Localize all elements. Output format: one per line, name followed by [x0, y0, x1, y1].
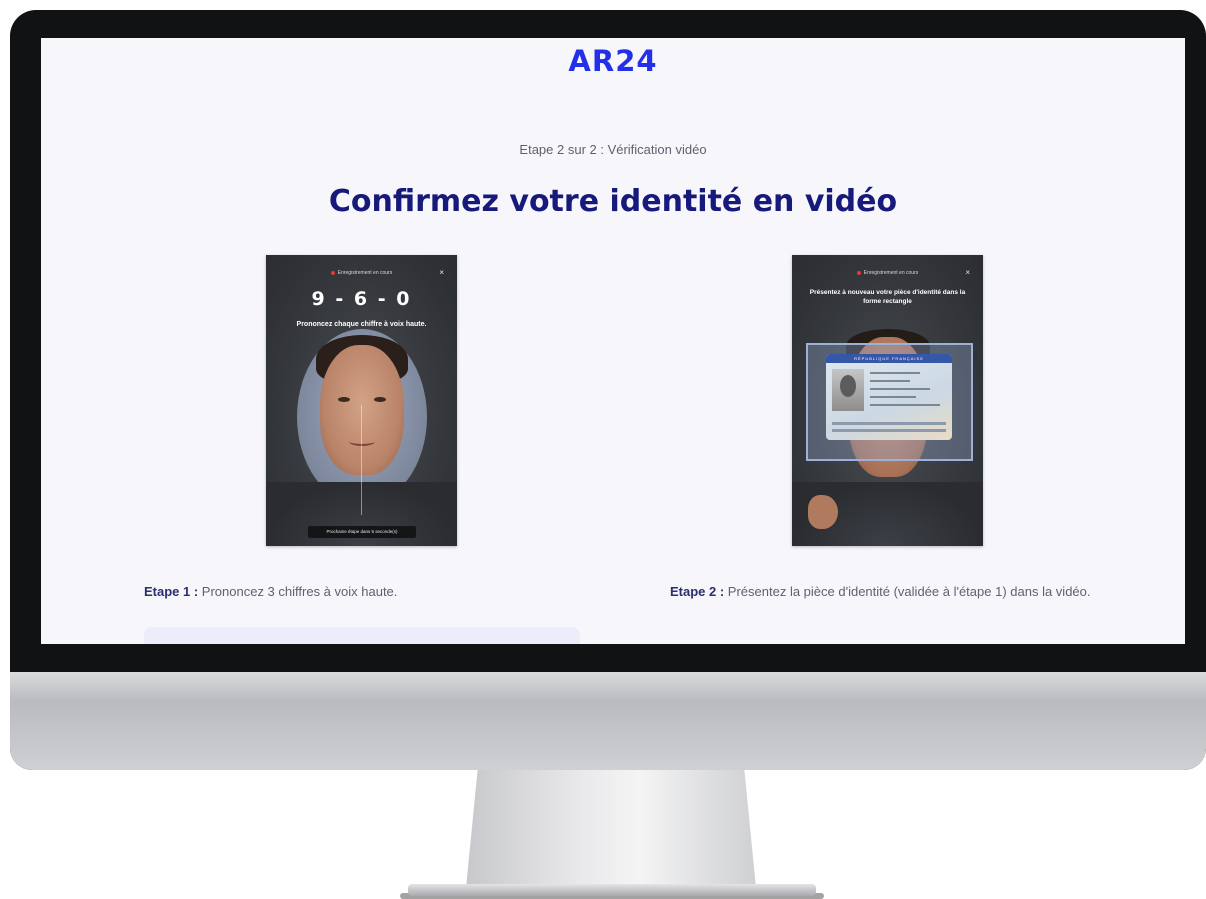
digits-instruction: Prononcez chaque chiffre à voix haute. [296, 321, 427, 328]
step-2-caption: Etape 2 : Présentez la pièce d'identité … [670, 579, 1110, 604]
step-2-label: Etape 2 : [670, 584, 725, 599]
id-card-line [870, 404, 940, 406]
recording-dot-icon [330, 270, 335, 275]
id-card-line [870, 380, 910, 382]
hand [808, 495, 838, 529]
id-card-line [870, 396, 916, 398]
screen: AR24 Etape 2 sur 2 : Vérification vidéo … [41, 38, 1185, 644]
close-icon[interactable]: × [965, 268, 970, 277]
recording-dot-icon [856, 270, 861, 275]
step-indicator: Etape 2 sur 2 : Vérification vidéo [519, 142, 707, 157]
monitor-chin [10, 672, 1206, 770]
step-1-text: Prononcez 3 chiffres à voix haute. [198, 584, 398, 599]
person-face [320, 345, 404, 475]
recording-label: Enregistrement en cours [337, 270, 393, 276]
video-preview-digits: Enregistrement en cours × 9 - 6 - 0 Pron… [266, 255, 457, 546]
eye [338, 397, 350, 402]
id-card-header: RÉPUBLIQUE FRANÇAISE [826, 354, 952, 363]
recording-label: Enregistrement en cours [863, 270, 919, 276]
page-title: Confirmez votre identité en vidéo [328, 184, 898, 219]
step-2-text: Présentez la pièce d'identité (validée à… [724, 584, 1091, 599]
id-card-line [870, 372, 920, 374]
step-1-caption: Etape 1 : Prononcez 3 chiffres à voix ha… [144, 579, 604, 604]
id-card-mrz [832, 429, 946, 432]
monitor-stand [466, 770, 756, 888]
id-card-instruction: Présentez à nouveau votre pièce d'identi… [809, 289, 966, 305]
video-preview-id-card: Enregistrement en cours × Présentez à no… [792, 255, 983, 546]
mouth [349, 437, 375, 446]
id-card-line [870, 388, 930, 390]
spoken-digits: 9 - 6 - 0 [311, 288, 412, 310]
next-step-countdown: Prochaine étape dans 5 seconde(s) [308, 526, 416, 538]
recording-indicator: Enregistrement en cours [266, 270, 457, 282]
close-icon[interactable]: × [439, 268, 444, 277]
recording-indicator: Enregistrement en cours [792, 270, 983, 282]
face-center-guide [361, 405, 362, 515]
id-card-mrz [832, 422, 946, 425]
id-card-frame: RÉPUBLIQUE FRANÇAISE [806, 343, 973, 529]
id-card: RÉPUBLIQUE FRANÇAISE [826, 354, 952, 440]
id-card-photo [832, 369, 864, 411]
ar24-logo[interactable]: AR24 [41, 44, 1185, 78]
step-1-label: Etape 1 : [144, 584, 199, 599]
info-box [144, 627, 580, 644]
monitor-stand-base [408, 884, 816, 896]
eye [374, 397, 386, 402]
